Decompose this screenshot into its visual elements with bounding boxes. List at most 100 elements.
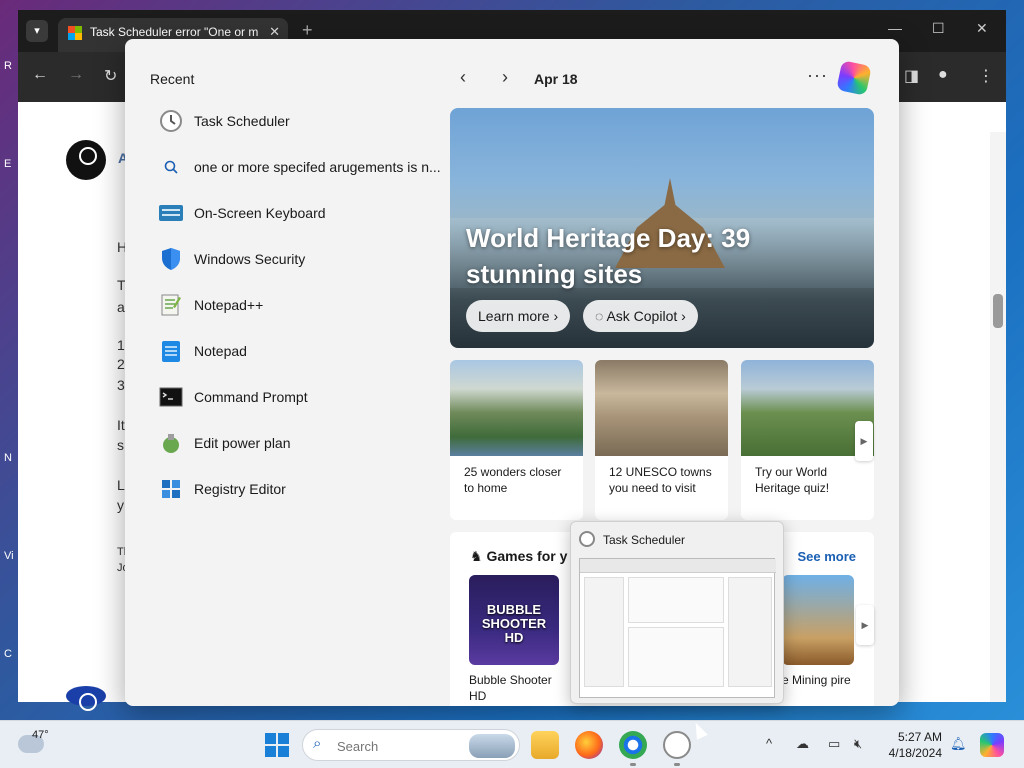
ask-copilot-button[interactable]: ◌ Ask Copilot ›: [583, 300, 698, 332]
recent-item-notepad[interactable]: Notepad: [158, 335, 448, 367]
chat-bubble-icon: ◌: [595, 308, 607, 324]
games-heading: ♞ Games for y: [470, 548, 567, 565]
page-text: 1: [117, 337, 125, 353]
taskbar-thumbnail-preview[interactable]: Task Scheduler: [570, 521, 784, 704]
volume-icon[interactable]: 🔇︎: [854, 736, 862, 752]
recent-item-label: On-Screen Keyboard: [194, 205, 326, 221]
firefox-icon[interactable]: [575, 731, 603, 759]
desktop-label: R: [4, 60, 12, 72]
new-tab-button[interactable]: +: [302, 20, 313, 41]
desktop-label: C: [4, 648, 12, 660]
scroll-thumb[interactable]: [993, 294, 1003, 328]
page-text: 3: [117, 377, 125, 393]
hero-title: World Heritage Day: 39 stunning sites: [466, 223, 751, 289]
profile-icon[interactable]: ●: [938, 66, 948, 84]
user-avatar: [66, 686, 106, 711]
page-text: a: [117, 299, 125, 315]
recent-item-registry-editor[interactable]: Registry Editor: [158, 473, 448, 505]
story-title: 12 UNESCO towns you need to visit: [609, 465, 712, 495]
network-icon[interactable]: ▭: [828, 736, 840, 752]
game-label: Bubble Shooter HD: [469, 673, 552, 703]
story-image: [595, 360, 728, 456]
notification-bell-icon[interactable]: 🔔︎: [950, 736, 967, 752]
minimize-icon[interactable]: —: [888, 20, 902, 36]
copilot-icon[interactable]: [836, 60, 872, 96]
clock-icon: [158, 108, 184, 134]
learn-more-label: Learn more: [478, 308, 550, 324]
keyboard-icon: [158, 200, 184, 226]
recent-item-task-scheduler[interactable]: Task Scheduler: [158, 105, 448, 137]
story-title: Try our World Heritage quiz!: [755, 465, 830, 495]
search-input[interactable]: [337, 736, 467, 756]
recent-item-label: Registry Editor: [194, 481, 286, 497]
hero-story-card[interactable]: World Heritage Day: 39 stunning sites Le…: [450, 108, 874, 348]
recent-item-label: Notepad: [194, 343, 247, 359]
page-text: L: [117, 477, 125, 493]
page-text: y: [117, 497, 124, 513]
story-title: 25 wonders closer to home: [464, 465, 562, 495]
file-explorer-icon[interactable]: [531, 731, 559, 759]
search-highlight-image: [469, 734, 515, 758]
page-scrollbar[interactable]: [990, 132, 1006, 702]
registry-editor-icon: [158, 476, 184, 502]
command-prompt-icon: [158, 384, 184, 410]
running-indicator: [674, 763, 680, 766]
tab-actions-button[interactable]: ▾: [26, 20, 48, 42]
recent-item-search-query[interactable]: one or more specifed arugements is n...: [158, 151, 448, 183]
preview-title: Task Scheduler: [603, 533, 686, 547]
recent-item-command-prompt[interactable]: Command Prompt: [158, 381, 448, 413]
copilot-taskbar-icon[interactable]: [980, 733, 1004, 757]
desktop-label: E: [4, 158, 12, 170]
game-thumb-title: BUBBLE SHOOTER HD: [481, 602, 547, 645]
page-text: 2: [117, 356, 125, 372]
feed-date: Apr 18: [534, 71, 578, 87]
previous-day-button[interactable]: ‹: [460, 67, 466, 88]
refresh-icon[interactable]: ↻: [104, 66, 117, 86]
taskbar-search[interactable]: ⌕: [302, 729, 520, 761]
start-button[interactable]: [265, 733, 289, 757]
game-thumbnail-bubble-shooter[interactable]: BUBBLE SHOOTER HD: [469, 575, 559, 665]
story-image: [450, 360, 583, 456]
running-indicator: [630, 763, 636, 766]
next-day-button[interactable]: ›: [502, 67, 508, 88]
recent-item-label: Edit power plan: [194, 435, 291, 451]
forward-arrow-icon[interactable]: →: [68, 66, 84, 84]
close-window-icon[interactable]: ✕: [976, 20, 988, 37]
recent-item-label: Windows Security: [194, 251, 306, 267]
user-avatar: [66, 140, 106, 180]
microsoft-logo-icon: [68, 26, 82, 40]
weather-temperature[interactable]: 47°: [32, 729, 49, 741]
recent-item-edit-power-plan[interactable]: Edit power plan: [158, 427, 448, 459]
onedrive-icon[interactable]: ☁: [796, 736, 809, 752]
sidebar-toggle-icon[interactable]: ◨: [904, 66, 919, 86]
cards-next-arrow[interactable]: ▶: [855, 421, 873, 461]
recent-item-label: Command Prompt: [194, 389, 308, 405]
recent-item-windows-security[interactable]: Windows Security: [158, 243, 448, 275]
recent-item-label: one or more specifed arugements is n...: [194, 159, 441, 175]
task-scheduler-taskbar-icon[interactable]: [663, 731, 691, 759]
taskbar: 47° ⌕ ^ ☁ ▭ 🔇︎ 5:27 AM 4/18/2024 🔔︎: [0, 720, 1024, 768]
recent-item-on-screen-keyboard[interactable]: On-Screen Keyboard: [158, 197, 448, 229]
back-arrow-icon[interactable]: ←: [32, 66, 48, 84]
chrome-icon[interactable]: [619, 731, 647, 759]
menu-dots-icon[interactable]: ⋮: [978, 66, 994, 86]
see-more-link[interactable]: See more: [797, 549, 856, 564]
recent-item-label: Notepad++: [194, 297, 264, 313]
games-next-arrow[interactable]: ▶: [856, 605, 874, 645]
notepad-plus-plus-icon: [158, 292, 184, 318]
clock-date: 4/18/2024: [888, 746, 942, 760]
chevron-right-icon: ›: [681, 308, 686, 324]
search-icon: ⌕: [313, 735, 322, 752]
learn-more-button[interactable]: Learn more ›: [466, 300, 571, 332]
maximize-icon[interactable]: ☐: [932, 20, 945, 37]
clock-icon: [579, 531, 595, 547]
more-options-button[interactable]: ···: [807, 65, 828, 86]
show-hidden-icons-button[interactable]: ^: [766, 736, 772, 751]
page-text: It: [117, 417, 125, 433]
recent-item-notepad-plus-plus[interactable]: Notepad++: [158, 289, 448, 321]
ask-copilot-label: Ask Copilot: [606, 308, 678, 324]
system-clock[interactable]: 5:27 AM 4/18/2024: [880, 729, 942, 761]
story-card[interactable]: 12 UNESCO towns you need to visit: [595, 360, 728, 520]
story-card[interactable]: 25 wonders closer to home: [450, 360, 583, 520]
game-thumbnail-mining[interactable]: [782, 575, 854, 665]
